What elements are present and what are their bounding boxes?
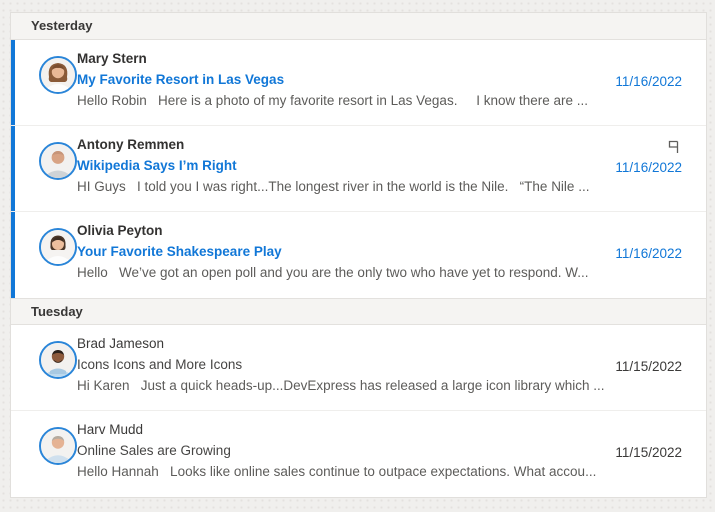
sender-name: Brad Jameson [77,333,586,354]
woman-brown-hair-avatar-icon [41,58,75,92]
bald-man-avatar-icon [41,144,75,178]
email-text-block: Olivia Peyton Your Favorite Shakespeare … [77,212,706,283]
email-row-antony-remmen[interactable]: Antony Remmen Wikipedia Says I’m Right H… [11,126,706,212]
email-text-block: Brad Jameson Icons Icons and More Icons … [77,325,706,396]
email-text-block: Antony Remmen Wikipedia Says I’m Right H… [77,126,706,197]
email-text-block: Harv Mudd Online Sales are Growing Hello… [77,411,706,482]
group-label: Yesterday [31,18,92,33]
group-header-yesterday: Yesterday [11,13,706,40]
email-row-olivia-peyton[interactable]: Olivia Peyton Your Favorite Shakespeare … [11,212,706,298]
group-header-tuesday: Tuesday [11,298,706,325]
email-preview: Hello We’ve got an open poll and you are… [77,262,681,283]
flag-icon[interactable] [666,139,682,155]
woman-dark-hair-avatar-icon [41,230,75,264]
sender-name: Olivia Peyton [77,220,586,241]
email-date: 11/16/2022 [615,243,682,264]
email-row-mary-stern[interactable]: Mary Stern My Favorite Resort in Las Veg… [11,40,706,126]
email-date: 11/15/2022 [615,356,682,377]
email-list: Yesterday Mary Stern My Favorite Resort … [10,12,707,498]
email-preview: Hello Robin Here is a photo of my favori… [77,90,681,111]
avatar [39,341,77,379]
email-subject: Icons Icons and More Icons [77,354,586,375]
avatar [39,228,77,266]
email-preview: Hi Karen Just a quick heads-up...DevExpr… [77,375,681,396]
email-subject: Your Favorite Shakespeare Play [77,241,586,262]
man-beard-avatar-icon [41,343,75,377]
email-preview: Hello Hannah Looks like online sales con… [77,461,681,482]
mail-app-screen: Yesterday Mary Stern My Favorite Resort … [0,0,715,512]
email-subject: Wikipedia Says I’m Right [77,155,586,176]
unread-indicator-bar [11,126,15,211]
email-date: 11/16/2022 [615,71,682,92]
group-label: Tuesday [31,304,83,319]
email-text-block: Mary Stern My Favorite Resort in Las Veg… [77,40,706,111]
email-date: 11/16/2022 [615,157,682,178]
email-row-brad-jameson[interactable]: Brad Jameson Icons Icons and More Icons … [11,325,706,411]
sender-name: Antony Remmen [77,134,586,155]
avatar [39,56,77,94]
sender-name: Mary Stern [77,48,586,69]
sender-name: Harv Mudd [77,419,586,440]
email-row-harv-mudd[interactable]: Harv Mudd Online Sales are Growing Hello… [11,411,706,497]
email-preview: HI Guys I told you I was right...The lon… [77,176,681,197]
email-date: 11/15/2022 [615,442,682,463]
avatar [39,142,77,180]
email-subject: My Favorite Resort in Las Vegas [77,69,586,90]
unread-indicator-bar [11,212,15,298]
email-subject: Online Sales are Growing [77,440,586,461]
unread-indicator-bar [11,40,15,125]
man-gray-hair-avatar-icon [41,429,75,463]
avatar [39,427,77,465]
